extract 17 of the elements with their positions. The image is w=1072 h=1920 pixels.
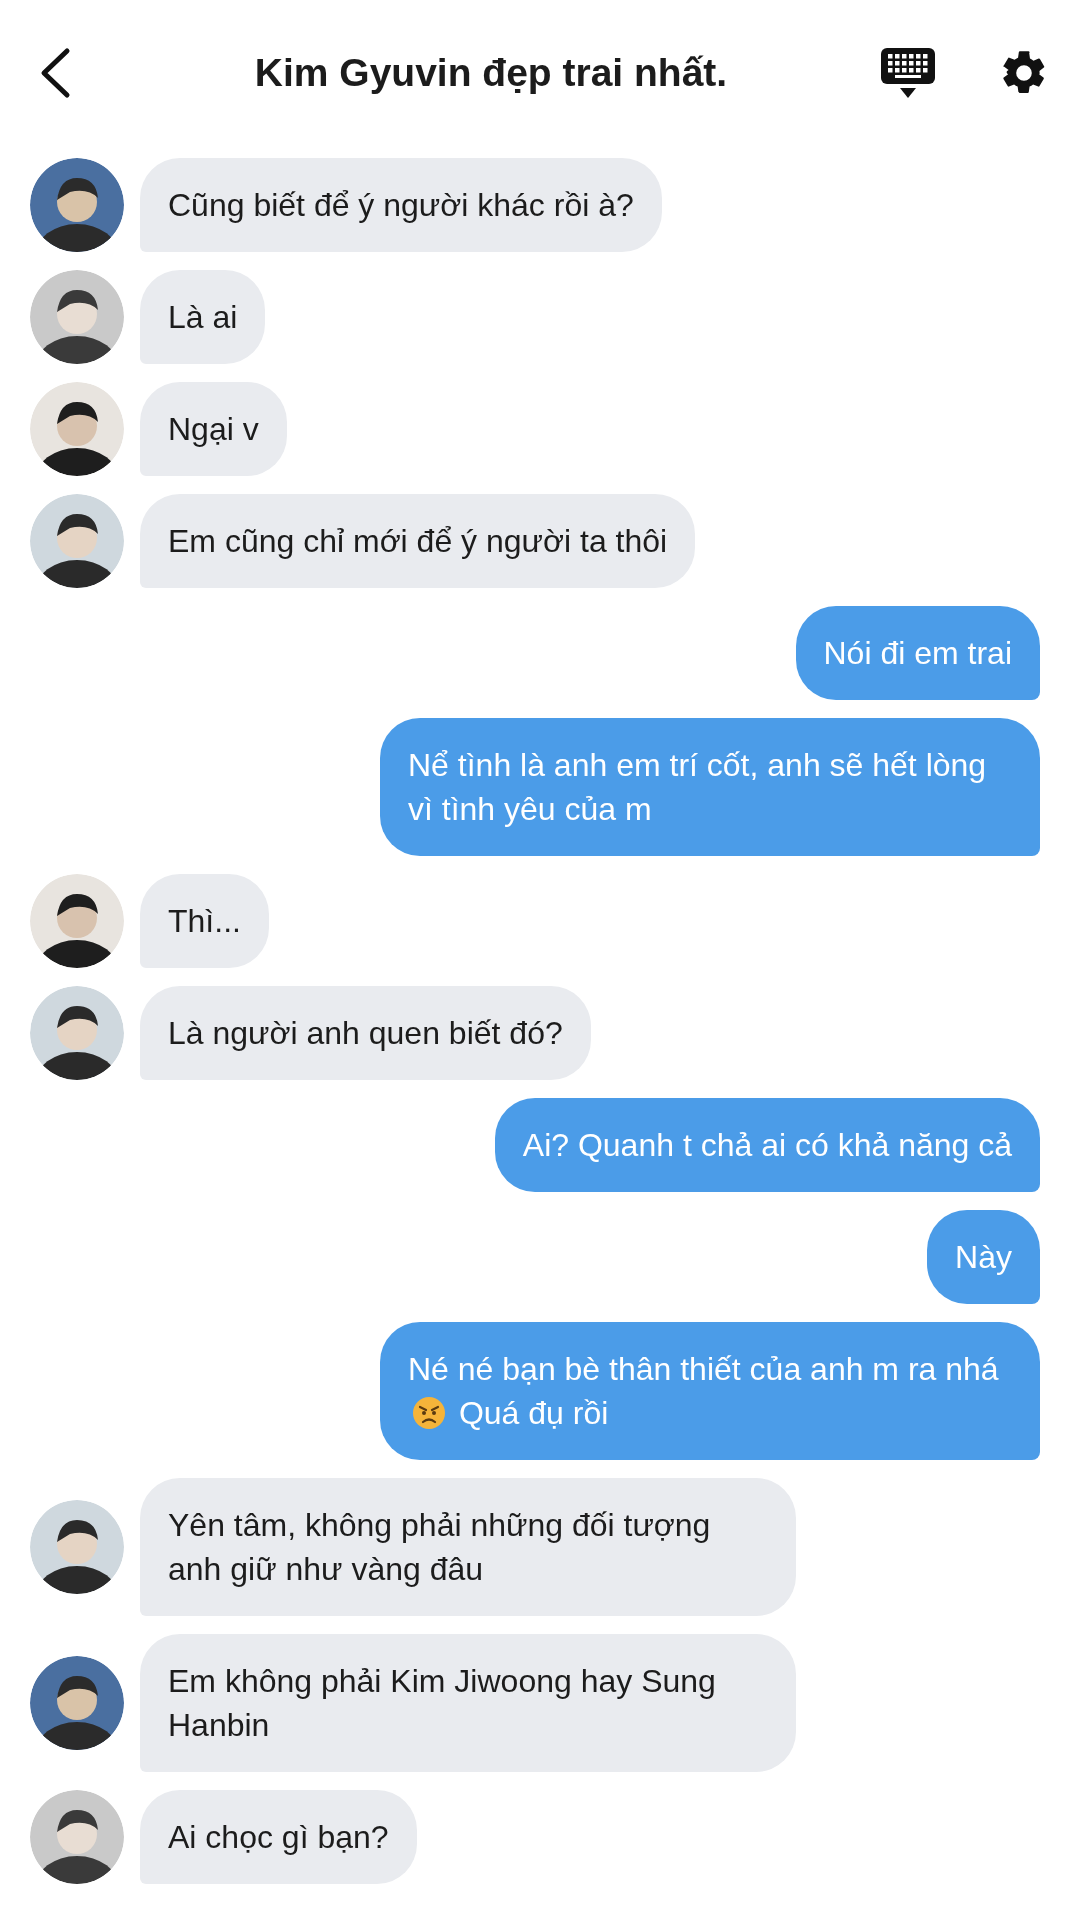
message-bubble: Nể tình là anh em trí cốt, anh sẽ hết lòng vì tình yêu của m	[380, 718, 1040, 856]
message-bubble: Yên tâm, không phải những đối tượng anh giữ như vàng đâu	[140, 1478, 796, 1616]
message-bubble: Né né bạn bè thân thiết của anh m ra nhá Quá đụ rồi	[380, 1322, 1040, 1460]
message-bubble: Là người anh quen biết đó?	[140, 986, 591, 1080]
chat-title: Kim Gyuvin đẹp trai nhất.	[253, 51, 729, 95]
message-bubble: Em không phải Kim Jiwoong hay Sung Hanbin	[140, 1634, 796, 1772]
message-bubble: Nói đi em trai	[795, 606, 1040, 700]
message-bubble: Em cũng chỉ mới để ý người ta thôi	[140, 494, 696, 588]
message-bubble: Ai chọc gì bạn?	[140, 1790, 417, 1884]
angry-face-icon	[412, 1396, 446, 1430]
message-bubble: Ai? Quanh t chả ai có khả năng cả	[494, 1098, 1040, 1192]
message-bubble: Cũng biết để ý người khác rồi à?	[140, 158, 662, 252]
message-bubble: Là ai	[140, 270, 266, 364]
keyboard-icon[interactable]	[880, 46, 936, 100]
message-bubble: Thì...	[140, 874, 269, 968]
message-bubble: Này	[927, 1210, 1040, 1304]
message-bubble: Ngại v	[140, 382, 287, 476]
